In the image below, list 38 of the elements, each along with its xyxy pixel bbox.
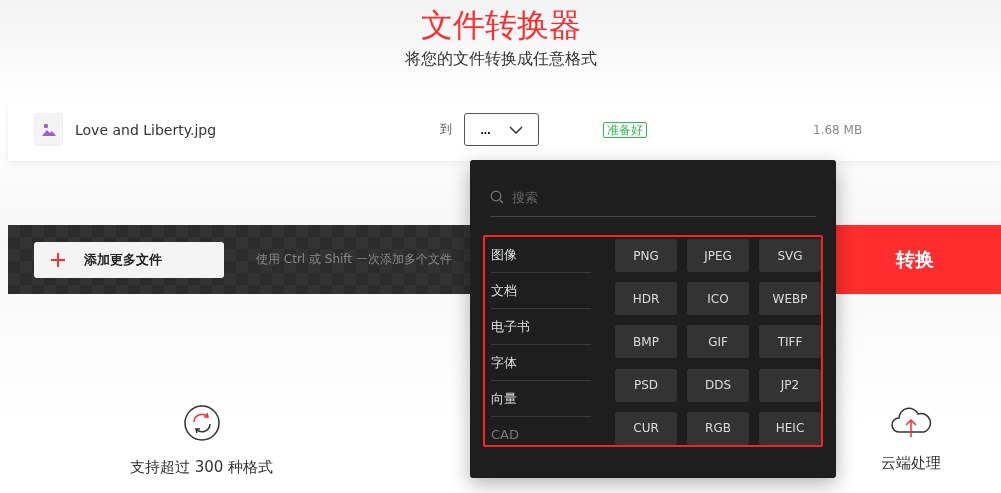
file-size: 1.68 MB: [813, 122, 863, 137]
format-option[interactable]: HDR: [615, 282, 677, 316]
page-subtitle: 将您的文件转换成任意格式: [404, 48, 597, 70]
format-option[interactable]: TIFF: [759, 325, 821, 359]
format-select[interactable]: ...: [464, 113, 539, 146]
category-item[interactable]: CAD: [491, 417, 591, 445]
format-option[interactable]: DDS: [687, 368, 749, 402]
search-icon: [490, 190, 504, 204]
hint-text: 使用 Ctrl 或 Shift 一次添加多个文件: [256, 251, 452, 268]
format-option[interactable]: SVG: [759, 239, 821, 272]
category-item[interactable]: 向量: [491, 381, 591, 417]
to-label: 到: [440, 121, 452, 138]
format-option[interactable]: BMP: [615, 325, 677, 359]
plus-icon: [50, 251, 66, 268]
format-option[interactable]: JPEG: [687, 239, 749, 272]
search-field[interactable]: 搜索: [510, 188, 774, 206]
feature-label: 云端处理: [881, 454, 941, 473]
category-item[interactable]: 文档: [491, 273, 591, 309]
file-name: Love and Liberty.jpg: [75, 121, 218, 138]
format-option[interactable]: RGB: [687, 411, 749, 445]
format-option[interactable]: PSD: [615, 368, 677, 402]
category-item[interactable]: 电子书: [491, 309, 591, 345]
format-option[interactable]: PNG: [615, 239, 677, 272]
format-option[interactable]: HEIC: [759, 411, 821, 445]
feature-label: 支持超过 300 种格式: [130, 458, 274, 477]
add-files-button[interactable]: 添加更多文件: [34, 241, 224, 278]
status-badge: 准备好: [603, 121, 647, 138]
format-option[interactable]: CUR: [615, 411, 677, 445]
format-option[interactable]: WEBP: [759, 282, 821, 316]
refresh-icon: [182, 404, 221, 442]
format-option[interactable]: GIF: [687, 325, 749, 359]
format-option[interactable]: JP2: [759, 368, 821, 402]
chevron-down-icon: [508, 125, 523, 134]
format-option[interactable]: ICO: [687, 282, 749, 316]
category-item[interactable]: 字体: [491, 345, 591, 381]
image-file-icon: [34, 113, 63, 146]
page-title: 文件转换器: [420, 5, 581, 46]
category-item[interactable]: 图像: [491, 237, 591, 273]
